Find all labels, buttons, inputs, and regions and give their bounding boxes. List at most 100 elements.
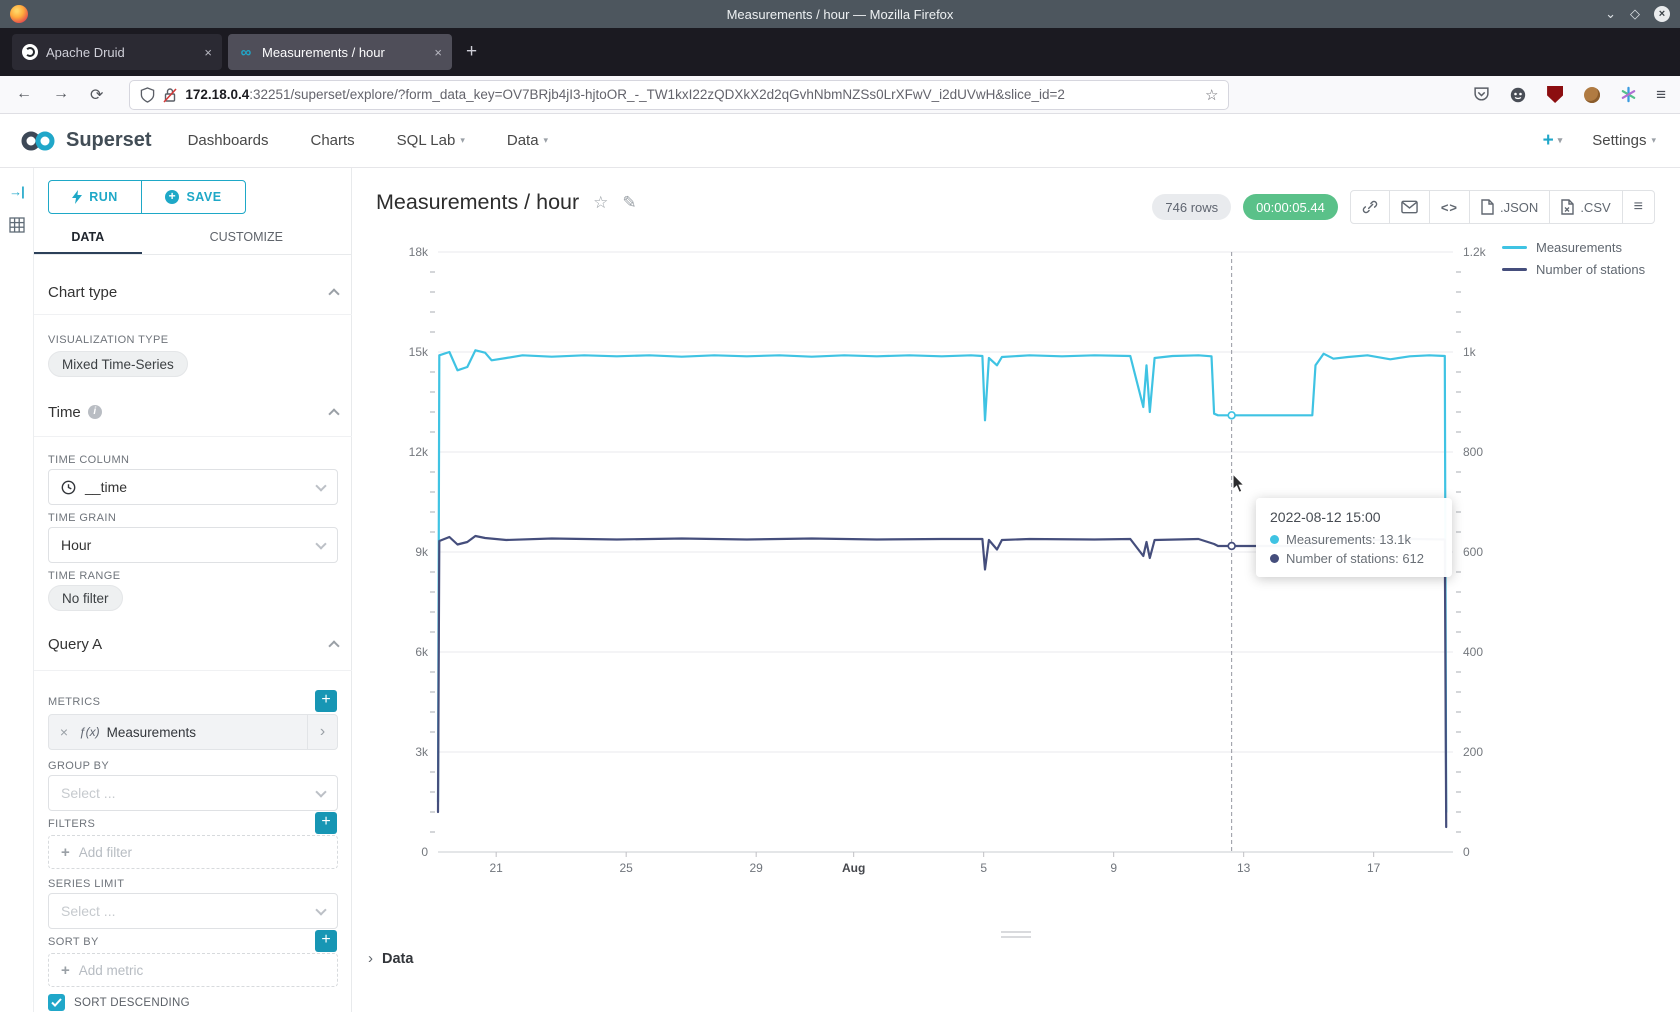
tracking-shield-icon[interactable] — [140, 87, 155, 103]
json-file-icon — [1481, 199, 1494, 215]
run-button[interactable]: RUN — [49, 181, 141, 213]
section-time[interactable]: Timei — [48, 392, 338, 432]
caret-down-icon: ▾ — [460, 135, 465, 146]
add-metric-plus-button[interactable]: + — [315, 690, 337, 712]
time-range-label: TIME RANGE — [48, 570, 120, 582]
bookmark-star-icon[interactable]: ☆ — [1205, 86, 1218, 104]
section-chart-type[interactable]: Chart type — [48, 272, 338, 312]
tab-close-icon[interactable]: × — [434, 45, 442, 60]
plus-icon: + — [1543, 130, 1554, 152]
csv-file-icon — [1561, 199, 1574, 215]
svg-text:9: 9 — [1110, 861, 1117, 875]
time-column-select[interactable]: __time — [48, 469, 338, 505]
data-panel-toggle[interactable]: › Data — [368, 950, 413, 967]
sort-descending-row[interactable]: SORT DESCENDING — [48, 994, 190, 1011]
superset-favicon-icon: ∞ — [238, 44, 254, 60]
browser-tab-measurements[interactable]: ∞ Measurements / hour × — [228, 34, 452, 70]
chevron-down-icon — [315, 538, 326, 549]
group-by-label: GROUP BY — [48, 760, 109, 772]
edit-title-icon[interactable]: ✎ — [622, 193, 636, 213]
caret-down-icon: ▾ — [544, 135, 549, 146]
timeseries-chart[interactable]: 18k1.2k15k1k12k8009k6006k4003k2000021252… — [352, 226, 1678, 886]
pocket-icon[interactable] — [1473, 86, 1490, 103]
link-icon — [1362, 199, 1378, 215]
new-tab-icon[interactable]: + — [466, 41, 477, 63]
nav-item-data[interactable]: Data▾ — [507, 132, 548, 149]
panel-drag-handle[interactable] — [1001, 931, 1031, 938]
settings-menu[interactable]: Settings▾ — [1592, 132, 1656, 149]
add-filter-plus-button[interactable]: + — [315, 812, 337, 834]
nav-item-charts[interactable]: Charts — [310, 132, 354, 149]
favorite-star-icon[interactable]: ☆ — [593, 193, 608, 213]
svg-text:13: 13 — [1237, 861, 1251, 875]
back-icon[interactable]: ← — [16, 85, 32, 105]
series-limit-select[interactable]: Select ... — [48, 893, 338, 929]
more-options-button[interactable]: ≡ — [1622, 191, 1654, 223]
tab-close-icon[interactable]: × — [204, 45, 212, 60]
metric-name: Measurements — [107, 725, 307, 740]
save-button[interactable]: + SAVE — [141, 181, 245, 213]
extension-asterisk-icon[interactable] — [1620, 86, 1637, 103]
series-limit-label: SERIES LIMIT — [48, 878, 124, 890]
export-csv-button[interactable]: .CSV — [1549, 191, 1621, 223]
close-icon[interactable]: × — [1654, 6, 1670, 22]
cookie-ext-icon[interactable] — [1583, 86, 1601, 104]
svg-text:6k: 6k — [415, 645, 429, 659]
viz-type-label: VISUALIZATION TYPE — [48, 334, 169, 346]
legend-item-number-of-stations[interactable]: Number of stations — [1502, 262, 1645, 277]
copy-link-button[interactable] — [1351, 191, 1389, 223]
nav-item-dashboards[interactable]: Dashboards — [188, 132, 269, 149]
chevron-right-icon: › — [368, 950, 373, 967]
svg-text:0: 0 — [421, 845, 428, 859]
containers-icon[interactable] — [1509, 86, 1527, 104]
svg-text:400: 400 — [1463, 645, 1483, 659]
brand-name: Superset — [66, 129, 152, 152]
remove-metric-icon[interactable]: × — [49, 724, 79, 740]
maximize-icon[interactable]: ◇ — [1630, 6, 1640, 22]
ublock-icon[interactable] — [1546, 86, 1564, 104]
url-text[interactable]: 172.18.0.4:32251/superset/explore/?form_… — [185, 87, 1197, 102]
superset-logo[interactable]: Superset — [18, 129, 152, 153]
export-json-button[interactable]: .JSON — [1469, 191, 1549, 223]
metric-pill[interactable]: × ƒ(x) Measurements › — [48, 714, 338, 750]
time-range-pill[interactable]: No filter — [48, 585, 123, 611]
minimize-icon[interactable]: ⌄ — [1605, 6, 1616, 22]
chevron-down-icon — [315, 480, 326, 491]
tab-customize[interactable]: CUSTOMIZE — [142, 222, 351, 254]
window-titlebar: Measurements / hour — Mozilla Firefox ⌄ … — [0, 0, 1680, 28]
menu-icon[interactable]: ≡ — [1656, 85, 1666, 105]
tab-label: Measurements / hour — [262, 45, 426, 60]
legend-swatch-icon — [1502, 268, 1527, 271]
superset-navbar: Superset Dashboards Charts SQL Lab▾ Data… — [0, 114, 1680, 168]
svg-text:12k: 12k — [409, 445, 429, 459]
sort-by-label: SORT BY — [48, 936, 99, 948]
left-rail: →| — [0, 168, 34, 1012]
svg-text:1.2k: 1.2k — [1463, 245, 1487, 259]
add-filter-dropzone[interactable]: +Add filter — [48, 835, 338, 869]
forward-icon[interactable]: → — [53, 85, 69, 105]
email-button[interactable] — [1389, 191, 1429, 223]
section-query-a[interactable]: Query A — [48, 626, 338, 662]
checkbox-checked-icon[interactable] — [48, 994, 65, 1011]
expand-datasource-panel-icon[interactable]: →| — [9, 184, 24, 199]
chart-actions-toolbar: <> .JSON — [1350, 190, 1655, 224]
nav-item-sql-lab[interactable]: SQL Lab▾ — [397, 132, 465, 149]
insecure-lock-icon[interactable] — [163, 87, 177, 103]
group-by-select[interactable]: Select ... — [48, 775, 338, 811]
tab-data[interactable]: DATA — [34, 222, 142, 254]
new-item-button[interactable]: +▾ — [1543, 130, 1563, 152]
expand-metric-icon[interactable]: › — [307, 715, 337, 749]
svg-text:1k: 1k — [1463, 345, 1477, 359]
browser-tab-druid[interactable]: Apache Druid × — [12, 34, 222, 70]
time-grain-select[interactable]: Hour — [48, 527, 338, 563]
reload-icon[interactable]: ⟳ — [90, 85, 103, 105]
add-sort-metric-dropzone[interactable]: +Add metric — [48, 953, 338, 987]
datasource-grid-icon[interactable] — [9, 217, 25, 233]
svg-text:21: 21 — [489, 861, 503, 875]
add-sort-plus-button[interactable]: + — [315, 930, 337, 952]
embed-code-button[interactable]: <> — [1429, 191, 1469, 223]
url-bar[interactable]: 172.18.0.4:32251/superset/explore/?form_… — [129, 80, 1229, 110]
legend-item-measurements[interactable]: Measurements — [1502, 240, 1645, 255]
svg-text:9k: 9k — [415, 545, 429, 559]
viz-type-pill[interactable]: Mixed Time-Series — [48, 351, 188, 377]
